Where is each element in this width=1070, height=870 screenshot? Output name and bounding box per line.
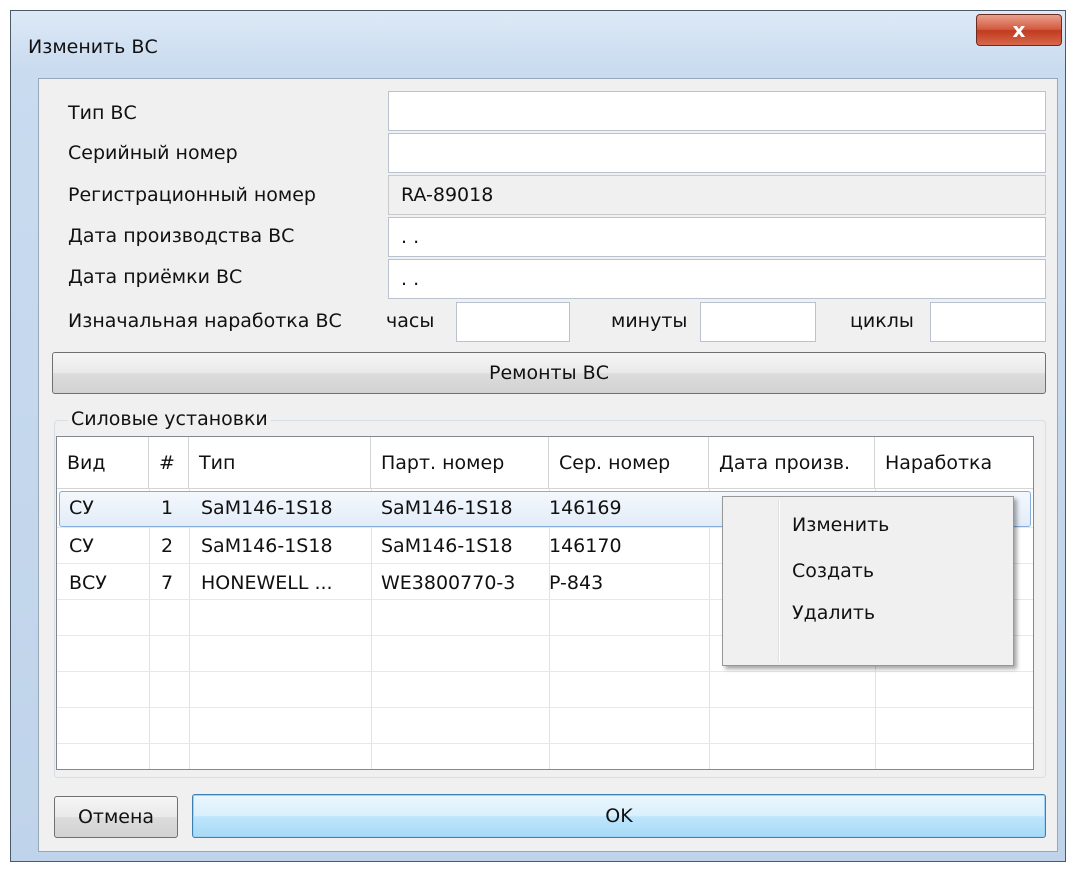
hours-label: часы (386, 310, 435, 332)
column-header-type[interactable]: Тип (189, 437, 371, 489)
cycles-field[interactable] (930, 302, 1046, 342)
minutes-label: минуты (611, 310, 688, 332)
column-header-prod-date[interactable]: Дата произв. (709, 437, 875, 489)
table-cell[interactable]: 146169 (549, 497, 622, 519)
table-cell[interactable]: SaM146-1S18 (201, 535, 333, 557)
context-menu-item-delete[interactable]: Удалить (792, 602, 875, 624)
column-header-hours[interactable]: Наработка (875, 437, 1033, 489)
grid-line (549, 489, 550, 769)
column-header-number[interactable]: # (149, 437, 189, 489)
prod-date-label: Дата производства ВС (68, 225, 295, 247)
accept-date-label: Дата приёмки ВС (68, 266, 243, 288)
hours-field[interactable] (456, 302, 570, 342)
grid-line (57, 743, 1033, 744)
context-menu-item-create[interactable]: Создать (792, 560, 874, 582)
table-cell[interactable]: 2 (161, 535, 173, 557)
table-cell[interactable]: 7 (161, 572, 173, 594)
accept-date-field[interactable]: . . (388, 259, 1046, 299)
grid-line (709, 489, 710, 769)
type-field[interactable] (388, 91, 1046, 131)
context-menu-item-edit[interactable]: Изменить (792, 514, 889, 536)
table-cell[interactable]: WE3800770-3 (381, 572, 515, 594)
serial-field[interactable] (388, 133, 1046, 173)
column-header-serial-number[interactable]: Сер. номер (549, 437, 709, 489)
grid-line (149, 489, 150, 769)
initial-hours-label: Изначальная наработка ВС (68, 310, 342, 332)
type-label: Тип ВС (68, 102, 137, 124)
table-cell[interactable]: SaM146-1S18 (381, 535, 513, 557)
grid-line (57, 671, 1033, 672)
column-header-kind[interactable]: Вид (57, 437, 149, 489)
table-cell[interactable]: SaM146-1S18 (201, 497, 333, 519)
repairs-button[interactable]: Ремонты ВС (52, 352, 1046, 394)
cycles-label: циклы (850, 310, 914, 332)
prod-date-field[interactable]: . . (388, 217, 1046, 257)
grid-line (57, 707, 1033, 708)
close-button[interactable]: x (976, 14, 1062, 46)
cancel-button[interactable]: Отмена (54, 796, 178, 838)
close-icon: x (1012, 18, 1026, 42)
table-cell[interactable]: 146170 (549, 535, 622, 557)
table-cell[interactable]: СУ (69, 497, 94, 519)
minutes-field[interactable] (700, 302, 816, 342)
column-header-part-number[interactable]: Парт. номер (371, 437, 549, 489)
table-cell[interactable]: SaM146-1S18 (381, 497, 513, 519)
grid-line (189, 489, 190, 769)
table-cell[interactable]: P-843 (549, 572, 603, 594)
table-cell[interactable]: HONEWELL ... (201, 572, 333, 594)
table-cell[interactable]: СУ (69, 535, 94, 557)
table-cell[interactable]: ВСУ (69, 572, 107, 594)
context-menu-separator (778, 500, 780, 662)
serial-label: Серийный номер (68, 142, 238, 164)
reg-label: Регистрационный номер (68, 184, 316, 206)
reg-field[interactable]: RA-89018 (388, 175, 1046, 215)
table-cell[interactable]: 1 (161, 497, 173, 519)
ok-button[interactable]: OK (192, 794, 1046, 838)
power-units-group-title: Силовые установки (68, 408, 271, 430)
grid-line (371, 489, 372, 769)
window-title: Изменить ВС (28, 36, 158, 58)
